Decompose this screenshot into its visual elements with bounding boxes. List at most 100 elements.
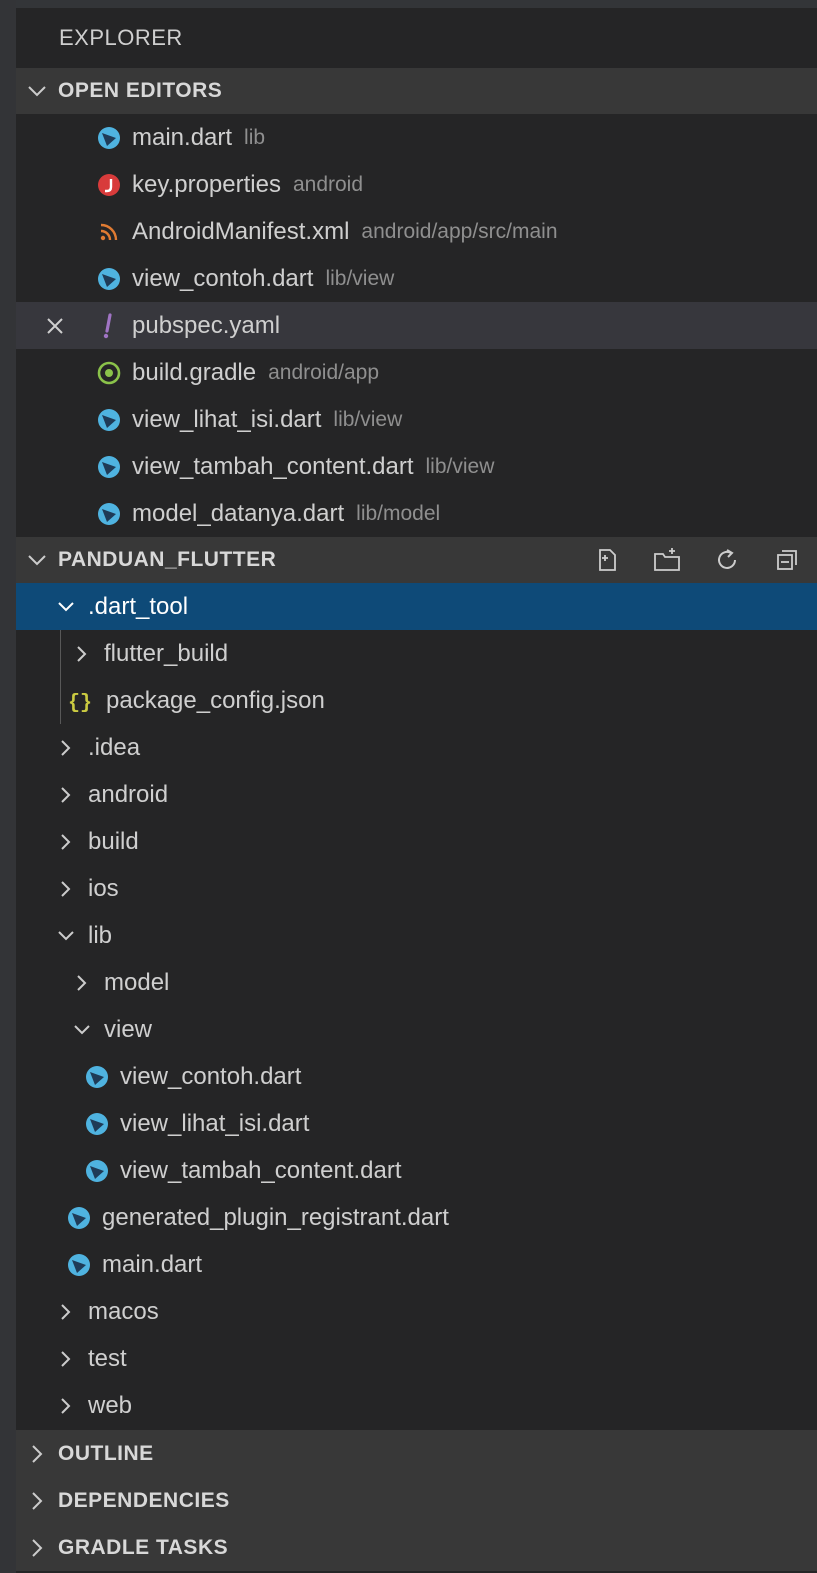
file-name: view_tambah_content.dart [120,1156,402,1184]
chevron-right-icon [52,865,80,912]
open-editors-header[interactable]: OPEN EDITORS [16,68,817,114]
chevron-down-icon [52,583,80,630]
dart-icon [82,1147,112,1194]
open-editor-main-dart[interactable]: main.dart lib [16,114,817,161]
chevron-right-icon [52,818,80,865]
folder-name: web [88,1391,133,1419]
chevron-right-icon [52,724,80,771]
dart-icon [94,443,124,490]
file-path: lib/model [356,501,441,525]
indent-guide [60,630,61,677]
chevron-down-icon [16,85,58,97]
refresh-icon[interactable] [697,537,757,583]
open-editor-view-tambah-content[interactable]: view_tambah_content.dart lib/view [16,443,817,490]
tree-folder-build[interactable]: build [16,818,817,865]
file-path: android/app/src/main [361,219,558,243]
tree-file-main-dart[interactable]: main.dart [16,1241,817,1288]
open-editor-android-manifest[interactable]: AndroidManifest.xml android/app/src/main [16,208,817,255]
open-editor-view-contoh[interactable]: view_contoh.dart lib/view [16,255,817,302]
tree-folder-view[interactable]: view [16,1006,817,1053]
explorer-title: EXPLORER [16,8,817,68]
folder-name: .idea [88,733,141,761]
tree-file-package-config[interactable]: {} package_config.json [16,677,817,724]
tree-folder-test[interactable]: test [16,1335,817,1382]
file-name: package_config.json [106,686,325,714]
file-name: view_lihat_isi.dart [120,1109,310,1137]
project-header[interactable]: PANDUAN_FLUTTER [16,537,817,583]
file-path: android [292,172,364,196]
new-folder-icon[interactable] [637,537,697,583]
chevron-down-icon [16,554,58,566]
activity-bar-edge [0,0,16,1573]
open-editor-view-lihat-isi[interactable]: view_lihat_isi.dart lib/view [16,396,817,443]
file-name: main.dart [132,123,233,151]
svg-text:{}: {} [68,692,92,713]
tree-folder-flutter-build[interactable]: flutter_build [16,630,817,677]
dart-icon [64,1194,94,1241]
dart-icon [82,1053,112,1100]
json-icon: {} [66,677,96,724]
folder-name: macos [88,1297,159,1325]
gradle-tasks-label: GRADLE TASKS [58,1535,229,1559]
tree-folder-android[interactable]: android [16,771,817,818]
new-file-icon[interactable] [577,537,637,583]
dart-icon [94,114,124,161]
collapse-all-icon[interactable] [757,537,817,583]
file-name: view_lihat_isi.dart [132,405,322,433]
collapsed-sections: OUTLINE DEPENDENCIES GRADLE TASKS [16,1430,817,1571]
tree-folder-ios[interactable]: ios [16,865,817,912]
open-editor-key-properties[interactable]: key.properties android [16,161,817,208]
folder-name: android [88,780,169,808]
chevron-right-icon [68,630,96,677]
folder-name: .dart_tool [88,592,189,620]
file-path: lib/view [333,407,403,431]
dart-icon [64,1241,94,1288]
folder-name: ios [88,874,119,902]
yaml-icon [94,302,124,349]
file-name: view_contoh.dart [120,1062,302,1090]
open-editor-model-datanya[interactable]: model_datanya.dart lib/model [16,490,817,537]
chevron-right-icon [52,1382,80,1429]
dart-icon [94,255,124,302]
file-name: view_contoh.dart [132,264,314,292]
tree-file-generated-plugin-registrant[interactable]: generated_plugin_registrant.dart [16,1194,817,1241]
file-name: main.dart [102,1250,203,1278]
file-name: key.properties [132,170,281,198]
tree-file-view-tambah-content[interactable]: view_tambah_content.dart [16,1147,817,1194]
chevron-right-icon [16,1491,58,1511]
tree-folder-dart-tool[interactable]: .dart_tool [16,583,817,630]
tree-folder-idea[interactable]: .idea [16,724,817,771]
folder-name: model [104,968,170,996]
file-path: lib/view [425,454,495,478]
tree-folder-web[interactable]: web [16,1382,817,1429]
tree-file-view-contoh[interactable]: view_contoh.dart [16,1053,817,1100]
gradle-icon [94,349,124,396]
dependencies-label: DEPENDENCIES [58,1488,230,1512]
dependencies-header[interactable]: DEPENDENCIES [16,1477,817,1524]
chevron-right-icon [52,1335,80,1382]
chevron-right-icon [52,771,80,818]
chevron-right-icon [16,1444,58,1464]
open-editor-build-gradle[interactable]: build.gradle android/app [16,349,817,396]
tree-folder-lib[interactable]: lib [16,912,817,959]
file-name: pubspec.yaml [132,311,281,339]
tree-folder-model[interactable]: model [16,959,817,1006]
open-editor-pubspec-yaml[interactable]: pubspec.yaml [16,302,817,349]
tree-file-view-lihat-isi[interactable]: view_lihat_isi.dart [16,1100,817,1147]
file-name: AndroidManifest.xml [132,217,350,245]
dart-icon [94,490,124,537]
folder-name: flutter_build [104,639,229,667]
outline-label: OUTLINE [58,1441,154,1465]
file-name: build.gradle [132,358,257,386]
chevron-right-icon [52,1288,80,1335]
close-icon[interactable] [16,302,94,349]
open-editors-label: OPEN EDITORS [58,79,223,102]
folder-name: view [104,1015,153,1043]
gradle-tasks-header[interactable]: GRADLE TASKS [16,1524,817,1571]
chevron-right-icon [68,959,96,1006]
file-path: lib/view [325,266,395,290]
explorer-panel: EXPLORER OPEN EDITORS main.dart lib key.… [16,8,817,1573]
tree-folder-macos[interactable]: macos [16,1288,817,1335]
folder-name: lib [88,921,113,949]
outline-header[interactable]: OUTLINE [16,1430,817,1477]
